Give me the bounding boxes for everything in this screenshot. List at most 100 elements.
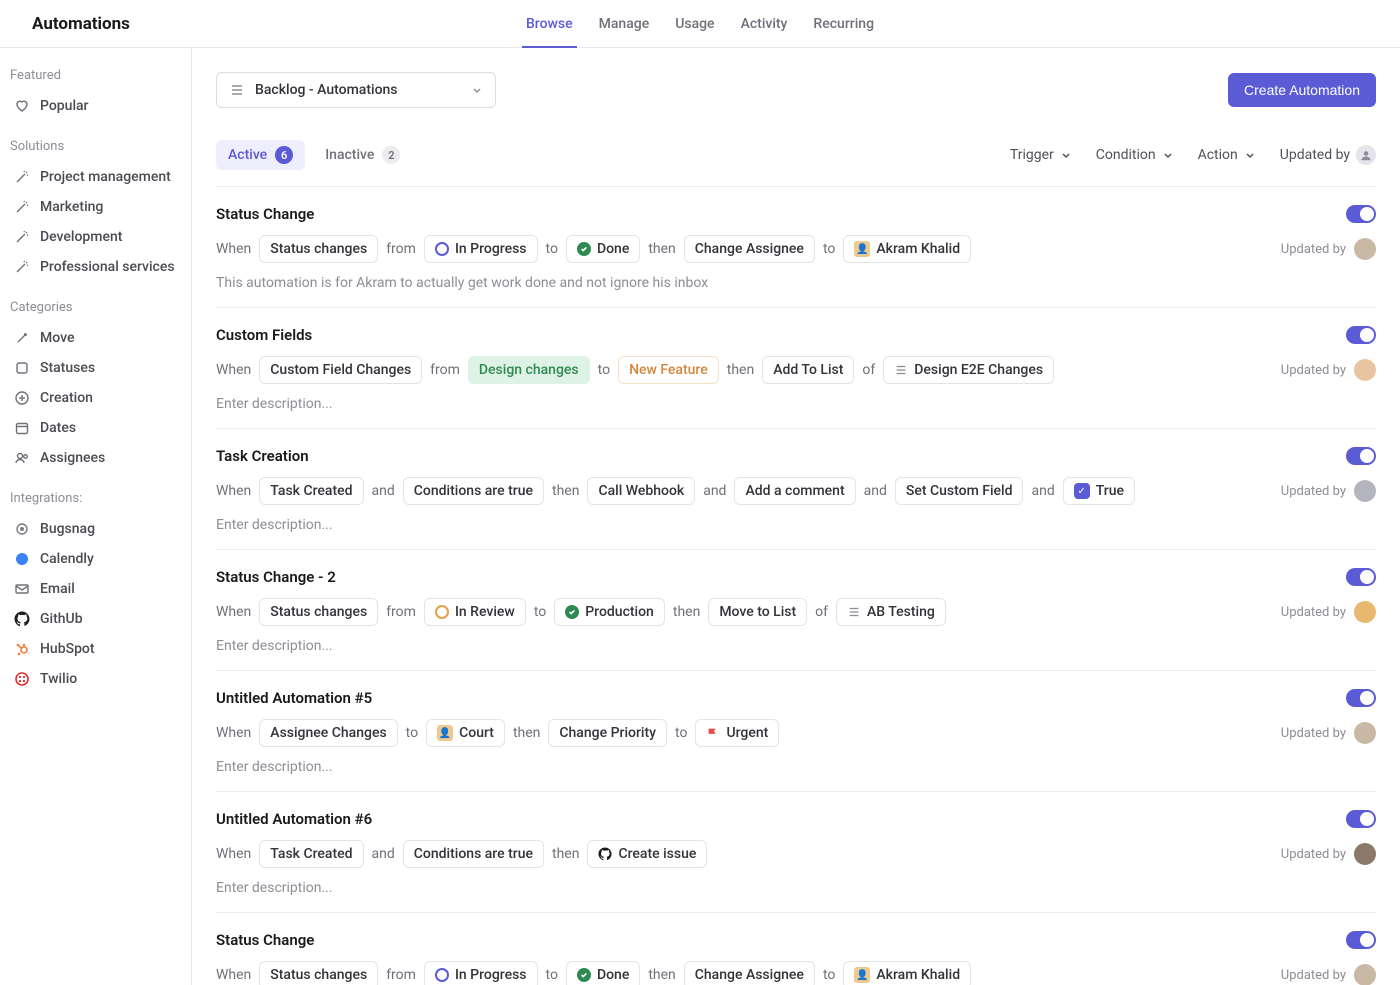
topnav-usage[interactable]: Usage: [675, 0, 714, 48]
automation-toggle[interactable]: [1346, 447, 1376, 465]
rule-chip[interactable]: Task Created: [259, 840, 363, 868]
rule-chip[interactable]: ✓ True: [1063, 477, 1135, 505]
sidebar-item-popular[interactable]: Popular: [10, 91, 181, 121]
rule-chip[interactable]: Design changes: [468, 356, 590, 384]
sidebar-item-professional-services[interactable]: Professional services: [10, 252, 181, 282]
bugsnag-icon: [14, 521, 30, 537]
avatar[interactable]: [1354, 843, 1376, 865]
topnav-browse[interactable]: Browse: [526, 0, 573, 48]
sidebar-item-twilio[interactable]: Twilio: [10, 664, 181, 694]
automation-item[interactable]: Untitled Automation #5WhenAssignee Chang…: [216, 670, 1376, 791]
rule-chip[interactable]: Status changes: [259, 598, 378, 626]
automation-rule: WhenTask CreatedandConditions are trueth…: [216, 840, 1376, 868]
automation-item[interactable]: Task CreationWhenTask CreatedandConditio…: [216, 428, 1376, 549]
rule-chip[interactable]: New Feature: [618, 356, 719, 384]
rule-chip[interactable]: Create issue: [587, 840, 707, 868]
sidebar-item-email[interactable]: Email: [10, 574, 181, 604]
rule-chip[interactable]: Custom Field Changes: [259, 356, 422, 384]
automation-item[interactable]: Status ChangeWhenStatus changesfrom In P…: [216, 186, 1376, 307]
rule-chip[interactable]: Change Assignee: [684, 235, 815, 263]
rule-chip[interactable]: Change Assignee: [684, 961, 815, 985]
sidebar-item-hubspot[interactable]: HubSpot: [10, 634, 181, 664]
rule-connector: When: [216, 604, 251, 620]
create-automation-button[interactable]: Create Automation: [1228, 73, 1376, 107]
sidebar-item-creation[interactable]: Creation: [10, 383, 181, 413]
rule-chip[interactable]: In Review: [424, 598, 526, 626]
sidebar-item-dates[interactable]: Dates: [10, 413, 181, 443]
sidebar-item-assignees[interactable]: Assignees: [10, 443, 181, 473]
rule-connector: to: [406, 725, 418, 741]
topnav-recurring[interactable]: Recurring: [813, 0, 874, 48]
rule-connector: and: [372, 846, 395, 862]
rule-chip[interactable]: 👤 Akram Khalid: [843, 235, 971, 263]
sidebar-item-move[interactable]: Move: [10, 323, 181, 353]
sidebar-item-github[interactable]: GithUb: [10, 604, 181, 634]
automation-toggle[interactable]: [1346, 689, 1376, 707]
automation-toggle[interactable]: [1346, 568, 1376, 586]
automation-item[interactable]: Custom FieldsWhenCustom Field Changesfro…: [216, 307, 1376, 428]
rule-connector: and: [703, 483, 726, 499]
board-selector[interactable]: Backlog - Automations: [216, 72, 496, 108]
automation-item[interactable]: Untitled Automation #6WhenTask Createdan…: [216, 791, 1376, 912]
rule-chip[interactable]: Move to List: [708, 598, 807, 626]
rule-chip[interactable]: Conditions are true: [403, 840, 544, 868]
topnav-activity[interactable]: Activity: [741, 0, 788, 48]
topnav-manage[interactable]: Manage: [599, 0, 650, 48]
rule-chip[interactable]: Status changes: [259, 961, 378, 985]
filter-action[interactable]: Action: [1198, 147, 1256, 163]
rule-chip[interactable]: Conditions are true: [403, 477, 544, 505]
calendly-icon: [14, 551, 30, 567]
automation-toggle[interactable]: [1346, 810, 1376, 828]
rule-chip[interactable]: Done: [566, 961, 640, 985]
tab-inactive[interactable]: Inactive 2: [313, 140, 412, 170]
rule-chip[interactable]: Call Webhook: [587, 477, 695, 505]
automation-toggle[interactable]: [1346, 205, 1376, 223]
sidebar-item-marketing[interactable]: Marketing: [10, 192, 181, 222]
avatar[interactable]: [1354, 480, 1376, 502]
rule-chip[interactable]: 👤 Akram Khalid: [843, 961, 971, 985]
rule-chip[interactable]: AB Testing: [836, 598, 946, 626]
automation-rule: WhenTask CreatedandConditions are trueth…: [216, 477, 1376, 505]
rule-chip[interactable]: Add a comment: [734, 477, 855, 505]
topbar: Automations BrowseManageUsageActivityRec…: [0, 0, 1400, 48]
automation-updated-by: Updated by: [1281, 238, 1376, 260]
automation-item[interactable]: Status Change - 2WhenStatus changesfrom …: [216, 549, 1376, 670]
filter-condition[interactable]: Condition: [1096, 147, 1174, 163]
sidebar-item-project-management[interactable]: Project management: [10, 162, 181, 192]
rule-connector: from: [430, 362, 460, 378]
sidebar-item-statuses[interactable]: Statuses: [10, 353, 181, 383]
avatar[interactable]: [1354, 238, 1376, 260]
rule-chip[interactable]: Assignee Changes: [259, 719, 397, 747]
rule-chip[interactable]: Urgent: [695, 719, 779, 747]
rule-chip[interactable]: Status changes: [259, 235, 378, 263]
sidebar-item-bugsnag[interactable]: Bugsnag: [10, 514, 181, 544]
automation-item[interactable]: Status ChangeWhenStatus changesfrom In P…: [216, 912, 1376, 985]
sidebar-heading: Solutions: [10, 139, 181, 154]
rule-chip[interactable]: 👤 Court: [426, 719, 505, 747]
rule-chip[interactable]: In Progress: [424, 961, 538, 985]
rule-connector: then: [552, 846, 579, 862]
filter-trigger[interactable]: Trigger: [1010, 147, 1072, 163]
rule-connector: to: [546, 967, 558, 983]
chevron-down-icon: [1060, 149, 1072, 161]
rule-chip[interactable]: Production: [554, 598, 665, 626]
rule-chip[interactable]: Task Created: [259, 477, 363, 505]
rule-chip[interactable]: Change Priority: [548, 719, 667, 747]
sidebar-item-calendly[interactable]: Calendly: [10, 544, 181, 574]
rule-chip[interactable]: Set Custom Field: [895, 477, 1024, 505]
tab-active[interactable]: Active 6: [216, 140, 305, 170]
avatar[interactable]: [1354, 601, 1376, 623]
sidebar-item-development[interactable]: Development: [10, 222, 181, 252]
sidebar-item-label: Creation: [40, 390, 93, 406]
avatar[interactable]: [1354, 722, 1376, 744]
rule-chip[interactable]: In Progress: [424, 235, 538, 263]
avatar[interactable]: [1354, 964, 1376, 985]
automation-toggle[interactable]: [1346, 326, 1376, 344]
rule-chip[interactable]: Design E2E Changes: [883, 356, 1054, 384]
filter-updated-by[interactable]: Updated by: [1280, 145, 1376, 165]
rule-chip[interactable]: Done: [566, 235, 640, 263]
rule-chip[interactable]: Add To List: [762, 356, 854, 384]
automation-toggle[interactable]: [1346, 931, 1376, 949]
avatar[interactable]: [1354, 359, 1376, 381]
automation-updated-by: Updated by: [1281, 722, 1376, 744]
